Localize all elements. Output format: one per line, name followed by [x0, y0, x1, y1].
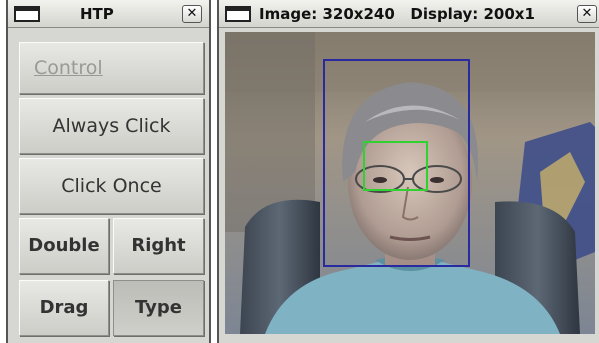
drag-button[interactable]: Drag — [19, 280, 109, 336]
click-once-button[interactable]: Click Once — [19, 158, 204, 214]
control-button[interactable]: Control — [19, 42, 204, 94]
image-window: Image: 320x240 Display: 200x1 ✕ — [217, 0, 599, 343]
type-label: Type — [135, 297, 182, 318]
desktop: HTP ✕ Control Always Click Click Once Do… — [0, 0, 599, 343]
double-click-button[interactable]: Double — [19, 218, 109, 274]
drag-label: Drag — [39, 297, 89, 318]
webcam-image — [225, 32, 595, 334]
right-label: Right — [131, 235, 186, 256]
control-button-label: Control — [34, 57, 103, 79]
window-menu-icon[interactable] — [14, 6, 40, 22]
click-once-label: Click Once — [61, 175, 162, 197]
webcam-feed — [225, 32, 595, 334]
double-label: Double — [28, 235, 100, 256]
image-window-title: Image: 320x240 Display: 200x1 — [259, 5, 535, 23]
image-close-button[interactable]: ✕ — [577, 5, 597, 23]
htp-close-button[interactable]: ✕ — [182, 5, 202, 23]
always-click-button[interactable]: Always Click — [19, 98, 204, 154]
right-eye — [430, 177, 444, 183]
htp-window: HTP ✕ Control Always Click Click Once Do… — [6, 0, 211, 343]
type-button[interactable]: Type — [113, 280, 204, 336]
window-menu-icon[interactable] — [225, 6, 251, 22]
always-click-label: Always Click — [52, 115, 171, 137]
right-click-button[interactable]: Right — [113, 218, 204, 274]
image-titlebar[interactable]: Image: 320x240 Display: 200x1 ✕ — [219, 0, 599, 28]
left-eye — [373, 177, 387, 183]
htp-window-title: HTP — [80, 5, 114, 23]
htp-titlebar[interactable]: HTP ✕ — [8, 0, 209, 28]
